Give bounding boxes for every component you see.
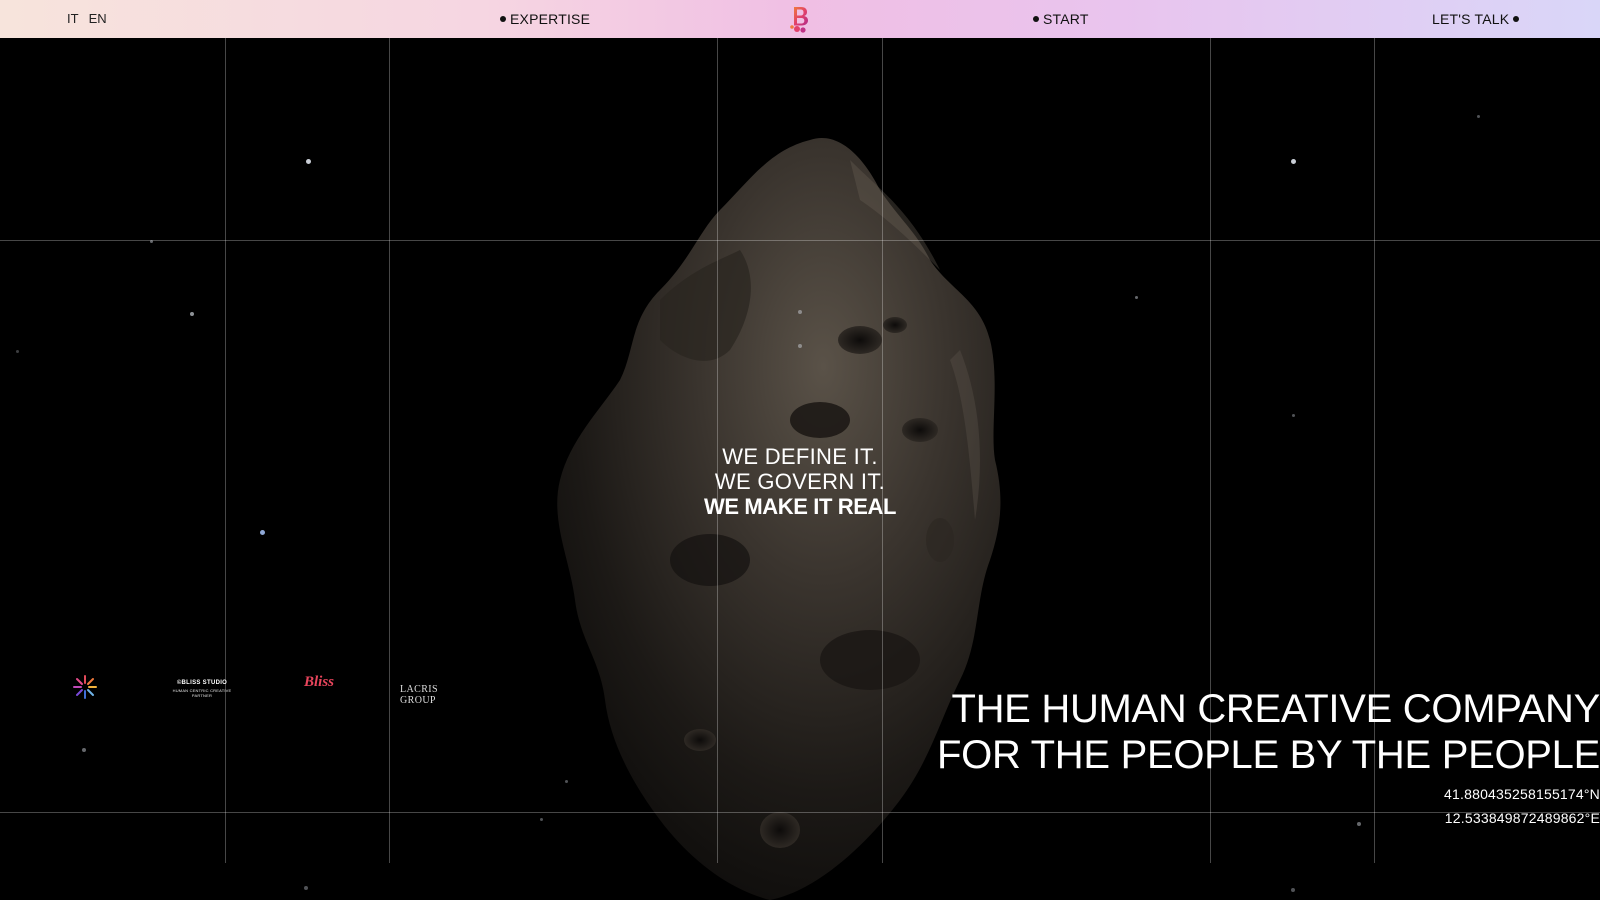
bliss-b-logo-icon[interactable] xyxy=(784,3,816,35)
tagline-line-3: WE MAKE IT REAL xyxy=(704,494,896,519)
nav-lets-talk-label: LET'S TALK xyxy=(1432,11,1510,27)
page: IT EN EXPERTISE START LET'S TALK WE DEFI… xyxy=(0,0,1600,900)
star xyxy=(1291,888,1295,892)
nav-expertise-link[interactable]: EXPERTISE xyxy=(496,11,590,27)
flower-burst-logo-icon[interactable] xyxy=(72,674,98,700)
latitude-value: 41.880435258155174°N xyxy=(1444,786,1600,802)
star xyxy=(304,886,308,890)
bullet-dot-icon xyxy=(1513,16,1520,22)
headline-line-1: THE HUMAN CREATIVE COMPANY xyxy=(951,687,1600,731)
star xyxy=(1135,296,1138,299)
star xyxy=(306,159,311,164)
top-navigation-bar: IT EN EXPERTISE START LET'S TALK xyxy=(0,0,1600,38)
lang-it-link[interactable]: IT xyxy=(67,11,79,26)
star xyxy=(260,530,265,535)
star xyxy=(798,310,802,314)
grid-line xyxy=(389,38,390,863)
star xyxy=(16,350,19,353)
bullet-dot-icon xyxy=(500,16,506,22)
nav-start-link[interactable]: START xyxy=(1029,11,1089,27)
star xyxy=(1357,822,1361,826)
nav-expertise-label: EXPERTISE xyxy=(510,11,591,27)
headline-line-2: FOR THE PEOPLE BY THE PEOPLE xyxy=(937,733,1600,777)
grid-line xyxy=(0,812,1600,813)
lang-en-link[interactable]: EN xyxy=(89,11,107,26)
nav-lets-talk-link[interactable]: LET'S TALK xyxy=(1432,11,1523,27)
star xyxy=(1291,159,1296,164)
bliss-studio-logo[interactable]: ©BLISS STUDIO HUMAN CENTRIC CREATIVE PAR… xyxy=(162,680,242,698)
bliss-studio-tagline: HUMAN CENTRIC CREATIVE PARTNER xyxy=(172,688,232,698)
star xyxy=(1477,115,1480,118)
lacris-group-logo[interactable]: LACRIS GROUP xyxy=(400,684,438,706)
nav-start-label: START xyxy=(1043,11,1089,27)
star xyxy=(190,312,194,316)
star xyxy=(540,818,543,821)
star xyxy=(150,240,153,243)
bliss-wordmark-logo[interactable]: Bliss xyxy=(304,674,334,691)
bullet-dot-icon xyxy=(1033,16,1039,22)
tagline-line-2: WE GOVERN IT. xyxy=(714,469,886,494)
grid-line xyxy=(225,38,226,863)
star xyxy=(82,748,86,752)
language-switcher: IT EN xyxy=(67,11,107,26)
grid-line xyxy=(0,240,1600,241)
star xyxy=(798,344,802,348)
geo-coordinates: 41.880435258155174°N 12.533849872489862°… xyxy=(1444,782,1600,830)
star xyxy=(1292,414,1295,417)
hero-tagline: WE DEFINE IT. WE GOVERN IT. WE MAKE IT R… xyxy=(600,444,1000,519)
tagline-line-1: WE DEFINE IT. xyxy=(722,444,878,469)
hero-headline: THE HUMAN CREATIVE COMPANY FOR THE PEOPL… xyxy=(937,686,1600,778)
bliss-studio-name: ©BLISS STUDIO xyxy=(176,680,228,686)
longitude-value: 12.533849872489862°E xyxy=(1444,810,1600,826)
star xyxy=(565,780,568,783)
